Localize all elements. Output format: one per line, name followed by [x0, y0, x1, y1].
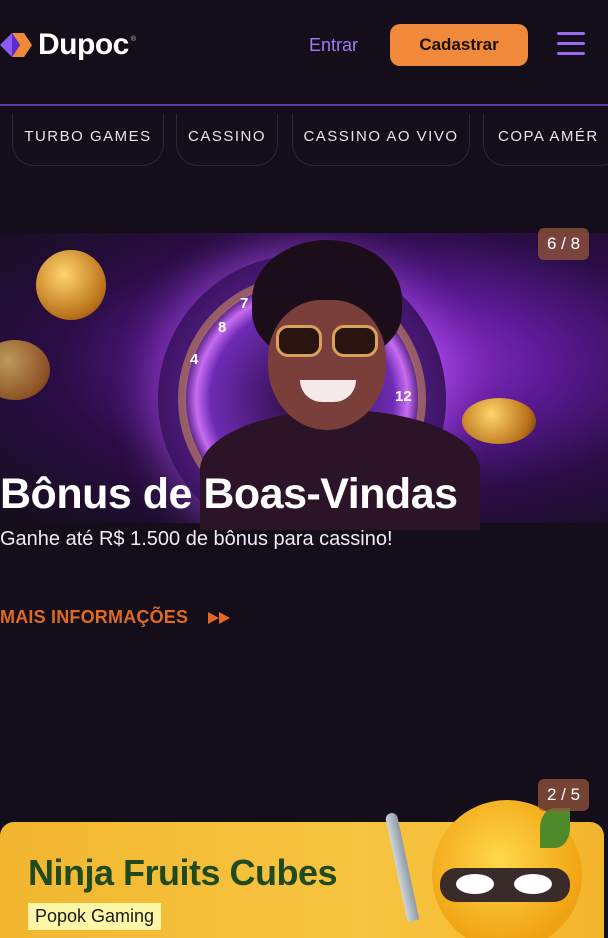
hero-slide-counter: 6 / 8: [538, 228, 590, 260]
wheel-number: 12: [395, 388, 412, 405]
game-slide-counter: 2 / 5: [538, 779, 590, 811]
wheel-number: 4: [190, 351, 199, 368]
login-link[interactable]: Entrar: [309, 35, 358, 56]
person-face: [268, 300, 386, 430]
double-arrow-right-icon: [208, 611, 231, 624]
category-cassino[interactable]: CASSINO: [176, 114, 278, 166]
coin-icon: [36, 250, 106, 320]
game-title: Ninja Fruits Cubes: [28, 852, 338, 893]
ninja-eyes: [452, 874, 560, 896]
hamburger-menu-icon[interactable]: [557, 32, 585, 56]
category-turbo-games[interactable]: TURBO GAMES: [12, 114, 164, 166]
more-info-label: MAIS INFORMAÇÕES: [0, 607, 189, 627]
game-provider-badge: Popok Gaming: [28, 903, 162, 930]
leaf-icon: [540, 808, 570, 848]
wheel-number: 7: [240, 295, 249, 312]
dupoc-logo-icon: [0, 33, 32, 57]
site-header: Dupoc ® Entrar Cadastrar: [0, 0, 608, 106]
registered-mark: ®: [130, 35, 136, 43]
coin-icon: [462, 398, 536, 444]
brand-logo[interactable]: Dupoc ®: [0, 28, 136, 62]
hero-subtitle: Ganhe até R$ 1.500 de bônus para cassino…: [0, 528, 393, 550]
sunglasses: [276, 325, 380, 361]
more-info-link[interactable]: MAIS INFORMAÇÕES: [0, 607, 232, 628]
brand-name: Dupoc: [38, 28, 129, 61]
hero-title: Bônus de Boas-Vindas: [0, 470, 458, 518]
category-nav: TURBO GAMES CASSINO CASSINO AO VIVO COPA…: [0, 108, 608, 170]
signup-button[interactable]: Cadastrar: [390, 24, 528, 66]
category-copa-america[interactable]: COPA AMÉR: [483, 114, 608, 166]
wheel-number: 8: [218, 319, 227, 336]
category-cassino-ao-vivo[interactable]: CASSINO AO VIVO: [292, 114, 470, 166]
